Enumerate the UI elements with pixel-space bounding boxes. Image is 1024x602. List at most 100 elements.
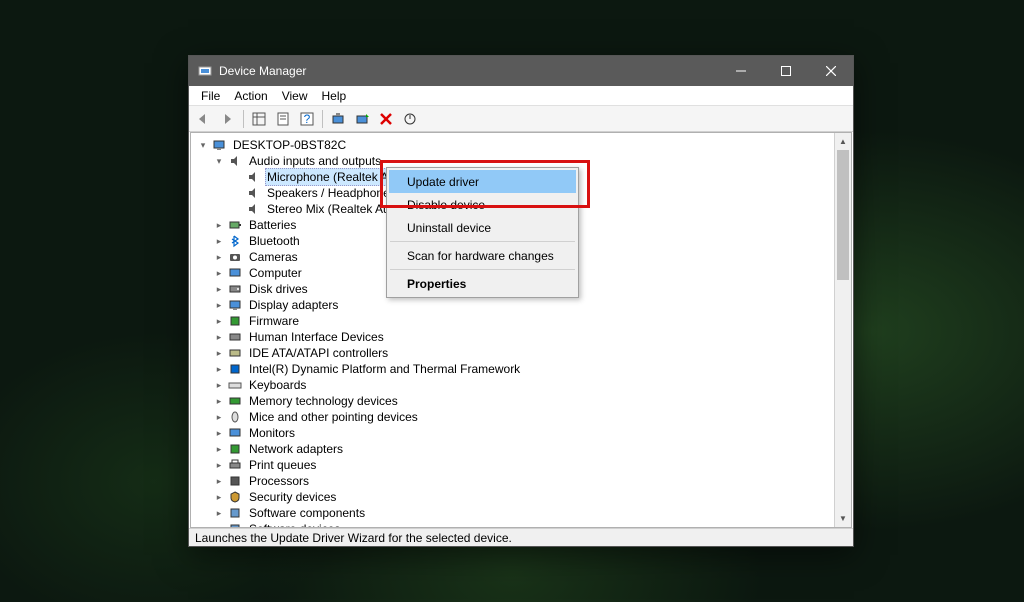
context-disable-device[interactable]: Disable device [389, 193, 576, 216]
statusbar: Launches the Update Driver Wizard for th… [189, 528, 853, 546]
printer-icon [227, 457, 243, 473]
toolbar: ? [189, 106, 853, 132]
security-icon [227, 489, 243, 505]
help-button[interactable]: ? [296, 108, 318, 130]
controller-icon [227, 345, 243, 361]
chevron-right-icon[interactable]: ▸ [213, 267, 225, 279]
tree-label: Mice and other pointing devices [247, 409, 420, 425]
window-title: Device Manager [219, 64, 718, 78]
tree-label: Network adapters [247, 441, 345, 457]
chevron-right-icon[interactable]: ▸ [213, 459, 225, 471]
scroll-down-arrow[interactable]: ▼ [835, 510, 851, 527]
tree-category-display[interactable]: ▸Display adapters [195, 297, 834, 313]
tree-label: Software components [247, 505, 367, 521]
menu-help[interactable]: Help [316, 87, 353, 105]
tree-category-intel[interactable]: ▸ Intel(R) Dynamic Platform and Thermal F… [195, 361, 834, 377]
tree-label: Firmware [247, 313, 301, 329]
chevron-right-icon[interactable]: ▸ [213, 379, 225, 391]
toolbar-separator [322, 110, 323, 128]
tree-label: Software devices [247, 521, 342, 527]
tree-category-memory[interactable]: ▸Memory technology devices [195, 393, 834, 409]
tree-category-monitors[interactable]: ▸ Monitors [195, 425, 834, 441]
chevron-right-icon[interactable]: ▸ [213, 411, 225, 423]
chevron-right-icon[interactable]: ▸ [213, 507, 225, 519]
uninstall-button[interactable] [375, 108, 397, 130]
tree-category-network[interactable]: ▸ Network adapters [195, 441, 834, 457]
titlebar[interactable]: Device Manager [189, 56, 853, 86]
context-scan-hardware[interactable]: Scan for hardware changes [389, 244, 576, 267]
battery-icon [227, 217, 243, 233]
scroll-up-arrow[interactable]: ▲ [835, 133, 851, 150]
tree-label: Keyboards [247, 377, 308, 393]
menu-view[interactable]: View [276, 87, 314, 105]
audio-icon [227, 153, 243, 169]
chevron-right-icon[interactable]: ▸ [213, 443, 225, 455]
show-hidden-button[interactable] [248, 108, 270, 130]
chevron-right-icon[interactable]: ▸ [213, 315, 225, 327]
tree-label: Monitors [247, 425, 297, 441]
tree-category-swcomp[interactable]: ▸ Software components [195, 505, 834, 521]
tree-category-ide[interactable]: ▸ IDE ATA/ATAPI controllers [195, 345, 834, 361]
chevron-right-icon[interactable]: ▸ [213, 395, 225, 407]
audio-icon [245, 201, 261, 217]
chevron-right-icon[interactable]: ▸ [213, 347, 225, 359]
close-button[interactable] [808, 56, 853, 86]
tree-category-keyboards[interactable]: ▸ Keyboards [195, 377, 834, 393]
tree-label: Intel(R) Dynamic Platform and Thermal Fr… [247, 361, 522, 377]
status-text: Launches the Update Driver Wizard for th… [195, 531, 512, 545]
back-button[interactable] [193, 108, 215, 130]
tree-label: Computer [247, 265, 304, 281]
app-icon [197, 63, 213, 79]
tree-category-firmware[interactable]: ▸ Firmware [195, 313, 834, 329]
menu-file[interactable]: File [195, 87, 226, 105]
chevron-right-icon[interactable]: ▸ [213, 363, 225, 375]
chevron-down-icon[interactable]: ▾ [213, 155, 225, 167]
properties-button[interactable] [272, 108, 294, 130]
disk-icon [227, 281, 243, 297]
cpu-icon [227, 473, 243, 489]
disable-button[interactable] [399, 108, 421, 130]
context-properties[interactable]: Properties [389, 272, 576, 295]
tree-root[interactable]: ▾DESKTOP-0BST82C [195, 137, 834, 153]
tree-label: Batteries [247, 217, 298, 233]
chevron-right-icon[interactable]: ▸ [213, 283, 225, 295]
chevron-right-icon[interactable]: ▸ [213, 235, 225, 247]
tree-label: Audio inputs and outputs [247, 153, 383, 169]
tree-label: Disk drives [247, 281, 310, 297]
tree-category-hid[interactable]: ▸ Human Interface Devices [195, 329, 834, 345]
audio-icon [245, 185, 261, 201]
context-uninstall-device[interactable]: Uninstall device [389, 216, 576, 239]
chevron-right-icon[interactable]: ▸ [213, 251, 225, 263]
scrollbar-thumb[interactable] [837, 150, 849, 280]
minimize-button[interactable] [718, 56, 763, 86]
tree-category-processors[interactable]: ▸Processors [195, 473, 834, 489]
chevron-right-icon[interactable]: ▸ [213, 491, 225, 503]
chevron-down-icon[interactable]: ▾ [197, 139, 209, 151]
tree-category-security[interactable]: ▸ Security devices [195, 489, 834, 505]
chevron-right-icon[interactable]: ▸ [213, 299, 225, 311]
forward-button[interactable] [217, 108, 239, 130]
memory-icon [227, 393, 243, 409]
tree-category-mice[interactable]: ▸ Mice and other pointing devices [195, 409, 834, 425]
tree-category-swdev[interactable]: ▸ Software devices [195, 521, 834, 527]
vertical-scrollbar[interactable]: ▲ ▼ [834, 133, 851, 527]
tree-label: Human Interface Devices [247, 329, 386, 345]
chevron-right-icon[interactable]: ▸ [213, 219, 225, 231]
context-update-driver[interactable]: Update driver [389, 170, 576, 193]
tree-label: Security devices [247, 489, 338, 505]
keyboard-icon [227, 377, 243, 393]
chevron-right-icon[interactable]: ▸ [213, 331, 225, 343]
tree-category-print[interactable]: ▸Print queues [195, 457, 834, 473]
menu-separator [390, 241, 575, 242]
chevron-right-icon[interactable]: ▸ [213, 475, 225, 487]
hid-icon [227, 329, 243, 345]
bluetooth-icon [227, 233, 243, 249]
chevron-right-icon[interactable]: ▸ [213, 427, 225, 439]
tree-label: IDE ATA/ATAPI controllers [247, 345, 390, 361]
tree-label: Bluetooth [247, 233, 302, 249]
menu-action[interactable]: Action [228, 87, 273, 105]
maximize-button[interactable] [763, 56, 808, 86]
chevron-right-icon[interactable]: ▸ [213, 523, 225, 527]
scan-hardware-button[interactable] [327, 108, 349, 130]
update-driver-button[interactable] [351, 108, 373, 130]
